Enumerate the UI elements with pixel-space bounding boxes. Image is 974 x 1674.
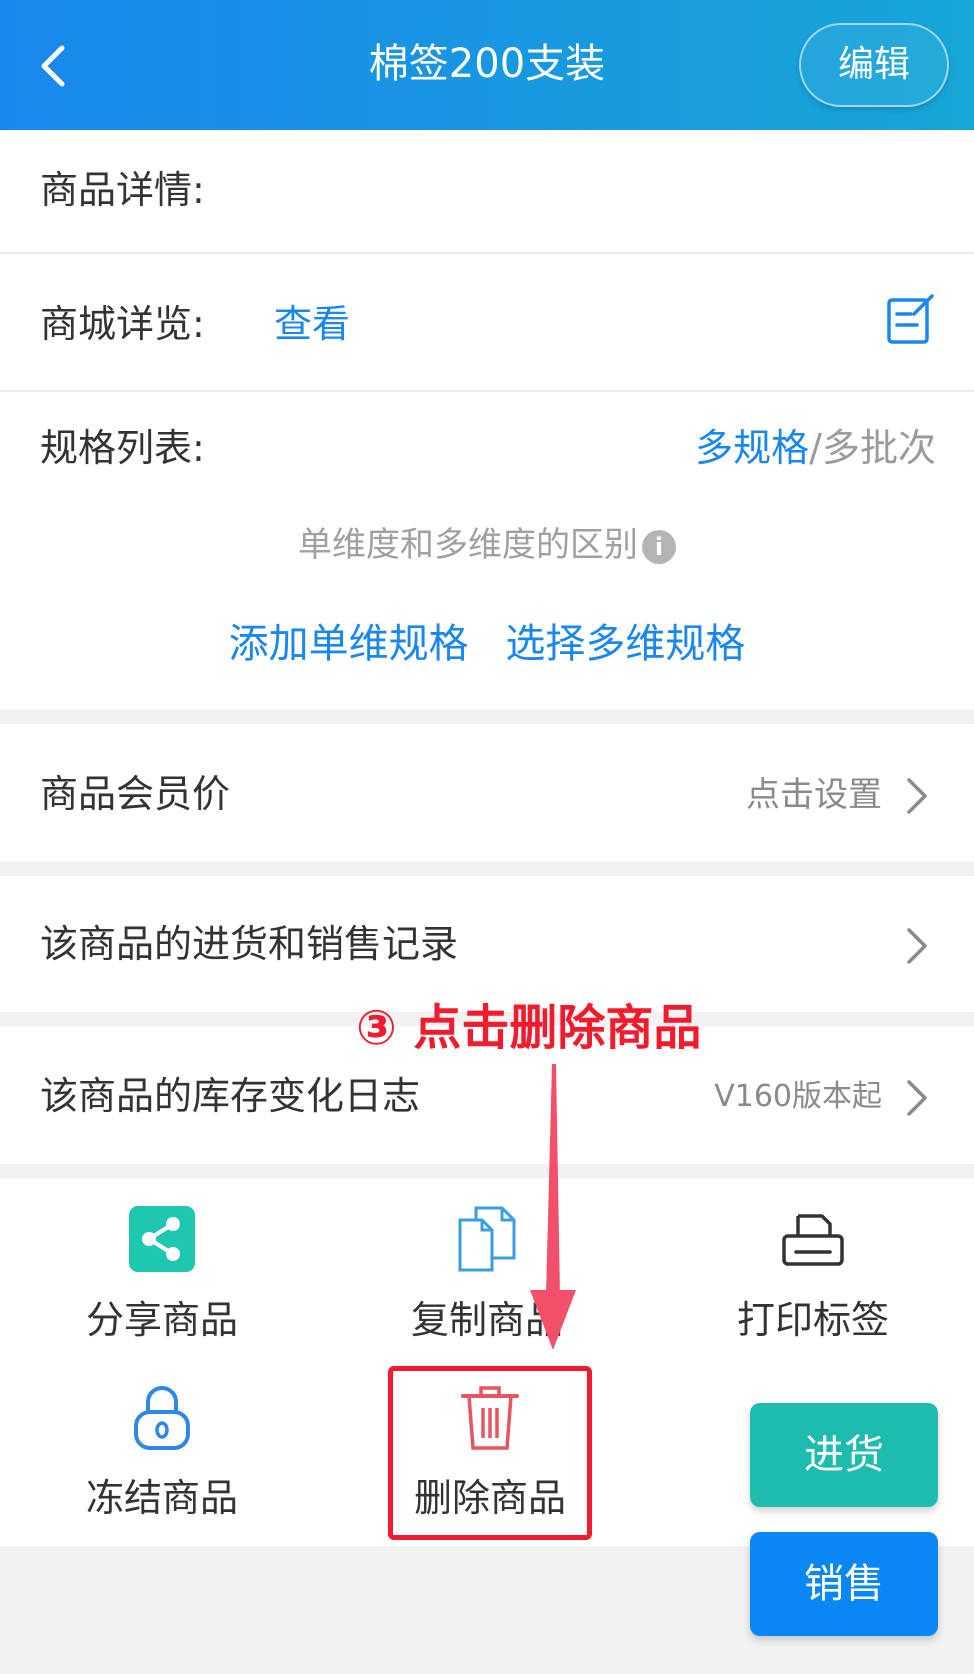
purchase-sales-records-row[interactable]: 该商品的进货和销售记录	[0, 876, 974, 1012]
printer-icon	[782, 1214, 844, 1266]
dimension-difference-text: 单维度和多维度的区别	[298, 525, 638, 565]
lock-icon	[134, 1386, 190, 1450]
print-label-action[interactable]: 打印标签	[703, 1204, 923, 1346]
spec-mode-switch: 多规格/多批次	[695, 422, 936, 474]
copy-icon	[458, 1206, 516, 1272]
share-product-action[interactable]: 分享商品	[52, 1204, 272, 1346]
share-icon	[129, 1206, 195, 1272]
view-link[interactable]: 查看	[274, 298, 350, 350]
info-icon[interactable]: i	[642, 529, 676, 564]
member-price-row[interactable]: 商品会员价 点击设置	[0, 724, 974, 862]
delete-highlight-box	[388, 1366, 592, 1540]
choose-multi-spec-button[interactable]: 选择多维规格	[505, 621, 745, 667]
member-price-label: 商品会员价	[40, 772, 231, 816]
annotation-arrow-down-icon	[530, 1064, 576, 1350]
chevron-right-icon	[907, 1080, 927, 1116]
mall-preview-row: 商城详览:	[0, 254, 974, 390]
sell-button[interactable]: 销售	[750, 1532, 938, 1636]
freeze-product-action[interactable]: 冻结商品	[52, 1382, 272, 1524]
edit-note-icon[interactable]	[886, 294, 936, 346]
share-product-label: 分享商品	[85, 1298, 238, 1342]
multi-spec-tab[interactable]: 多规格	[695, 426, 809, 470]
edit-button[interactable]: 编辑	[799, 23, 949, 107]
stock-change-log-label: 该商品的库存变化日志	[40, 1074, 421, 1118]
add-single-spec-button[interactable]: 添加单维规格	[229, 621, 469, 667]
mall-preview-label: 商城详览:	[40, 302, 205, 346]
product-details-row: 商品详情:	[0, 130, 974, 252]
dimension-difference-hint[interactable]: 单维度和多维度的区别 i	[0, 520, 974, 570]
purchase-sales-records-label: 该商品的进货和销售记录	[40, 922, 459, 966]
multi-batch-tab[interactable]: 多批次	[822, 426, 936, 470]
freeze-product-label: 冻结商品	[85, 1476, 238, 1520]
chevron-right-icon	[907, 778, 927, 814]
spec-actions: 添加单维规格 选择多维规格	[0, 616, 974, 672]
product-details-label: 商品详情:	[40, 168, 205, 212]
member-price-value: 点击设置	[746, 775, 882, 815]
chevron-right-icon	[907, 928, 927, 964]
top-navigation-bar: 棉签200支装 编辑	[0, 0, 974, 130]
annotation-instruction: ③ 点击删除商品	[356, 1000, 702, 1056]
stock-in-button[interactable]: 进货	[750, 1403, 938, 1507]
spec-separator: /	[809, 426, 822, 470]
print-label-label: 打印标签	[736, 1298, 889, 1342]
spec-list-label: 规格列表:	[40, 426, 205, 470]
stock-change-log-version: V160版本起	[714, 1079, 882, 1114]
